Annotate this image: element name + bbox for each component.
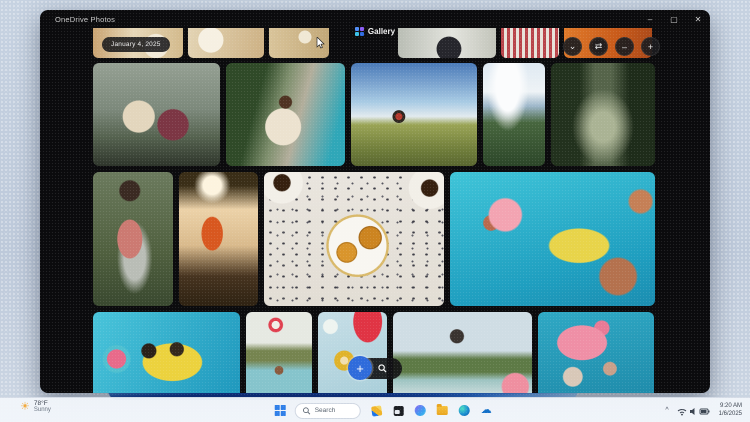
weather-condition: Sunny (33, 407, 51, 414)
mouse-cursor-icon (316, 36, 325, 54)
task-view-icon[interactable] (392, 404, 405, 417)
date-pill[interactable]: January 4, 2025 (102, 37, 170, 52)
photo-flamingo-float[interactable] (538, 312, 654, 393)
search-icon (303, 406, 311, 415)
photo-man-on-bike[interactable] (226, 63, 345, 166)
magnifier-icon (378, 363, 387, 373)
photo-row-1 (93, 63, 655, 166)
zoom-in-button[interactable]: + (641, 37, 660, 56)
photos-app-icon (354, 27, 364, 36)
zoom-out-button[interactable]: – (615, 37, 634, 56)
photo-dogs-on-float[interactable] (93, 312, 240, 393)
photo-hammock-sunset[interactable] (179, 172, 258, 306)
weather-widget[interactable]: ☀ 78°F Sunny (20, 400, 51, 414)
taskbar: ☀ 78°F Sunny Search ☁ ^ 9:20 AM 1/6/2025 (0, 397, 750, 422)
edge-icon[interactable] (458, 404, 471, 417)
maximize-button[interactable]: ▢ (662, 10, 686, 28)
collapse-button[interactable]: ⌄ (563, 37, 582, 56)
onedrive-icon[interactable]: ☁ (480, 404, 493, 417)
close-button[interactable]: ✕ (686, 10, 710, 28)
window-titlebar: OneDrive Photos – ▢ ✕ (40, 10, 710, 28)
photo-row-3 (93, 312, 654, 393)
weather-temperature: 78°F (33, 400, 48, 407)
tray-date: 1/6/2025 (718, 410, 742, 417)
photo-forest-path[interactable] (551, 63, 655, 166)
photo-pool-jump[interactable] (393, 312, 532, 393)
zoom-hint-overlay: + (348, 356, 402, 380)
photo-couple-on-bikes[interactable] (93, 63, 220, 166)
window-controls: – ▢ ✕ (638, 10, 710, 28)
start-button[interactable] (274, 405, 286, 416)
gallery-title: Gallery (367, 27, 396, 36)
taskbar-clock[interactable]: 9:20 AM 1/6/2025 (719, 403, 742, 417)
photo-grid (93, 10, 657, 393)
window-title: OneDrive Photos (55, 14, 116, 24)
onedrive-photos-window: OneDrive Photos – ▢ ✕ Gallery January 4,… (40, 10, 710, 393)
view-controls: ⌄ ⇄ – + (563, 37, 660, 56)
minimize-button[interactable]: – (638, 10, 662, 28)
photo-pastries-coffee[interactable] (264, 172, 444, 306)
gallery-header: Gallery (40, 27, 710, 36)
desktop: { "window": { "title": "OneDrive Photos"… (0, 0, 750, 422)
search-box[interactable]: Search (294, 402, 361, 419)
photo-mountain-clouds[interactable] (483, 63, 545, 166)
photo-backpack-hiker[interactable] (93, 172, 173, 306)
search-placeholder: Search (314, 407, 336, 414)
taskbar-center: Search ☁ (274, 398, 493, 422)
copilot-icon[interactable] (414, 404, 427, 417)
photo-pool-party[interactable] (450, 172, 655, 306)
network-volume-battery-icons[interactable] (677, 406, 711, 416)
tray-expand-chevron-icon[interactable]: ^ (665, 407, 668, 414)
photo-row-2 (93, 172, 655, 306)
system-tray: ^ 9:20 AM 1/6/2025 (665, 398, 742, 422)
file-explorer-icon[interactable] (436, 404, 449, 417)
tray-time: 9:20 AM (719, 403, 742, 410)
rocket-app-icon[interactable] (370, 404, 383, 417)
photo-pool-inflatables[interactable] (318, 312, 387, 393)
plus-cursor-icon: + (348, 356, 372, 380)
aspect-toggle-button[interactable]: ⇄ (589, 37, 608, 56)
sun-icon: ☀ (20, 400, 30, 413)
photo-beach-ball-pool[interactable] (246, 312, 312, 393)
photo-hiker-overlook[interactable] (351, 63, 477, 166)
